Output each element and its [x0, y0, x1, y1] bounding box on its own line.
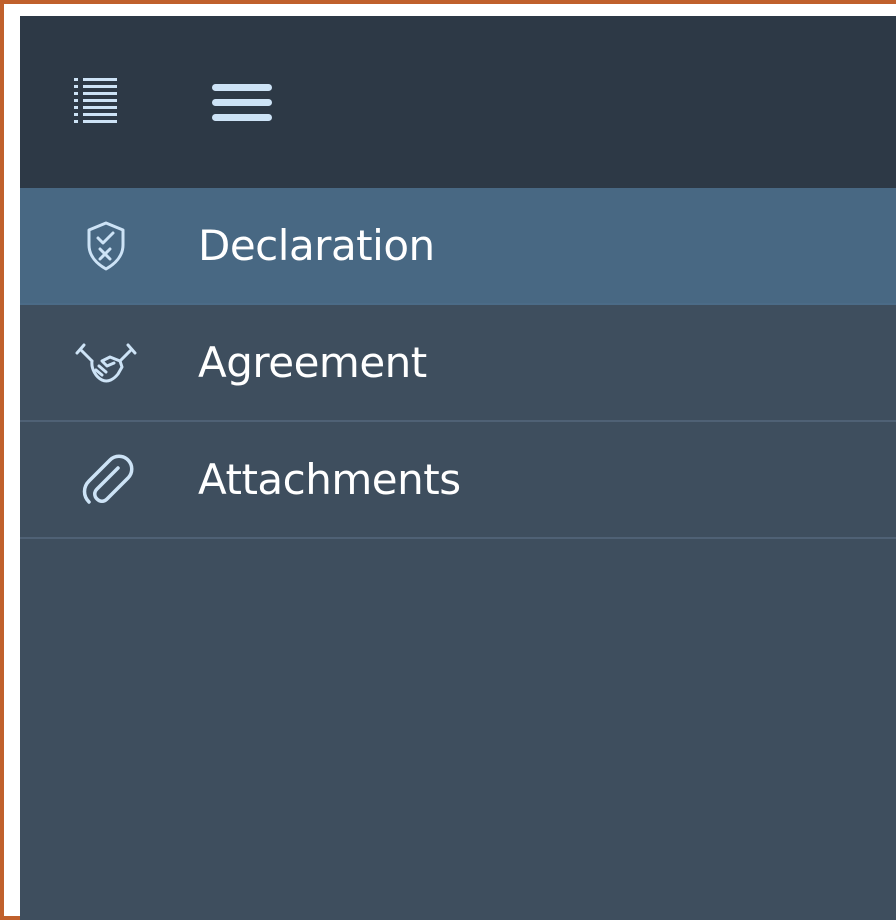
- nav-label-agreement: Agreement: [198, 337, 427, 387]
- paperclip-icon: [74, 448, 138, 512]
- nav-item-declaration[interactable]: Declaration: [20, 188, 896, 305]
- list-view-button[interactable]: [66, 72, 126, 132]
- menu-button[interactable]: [206, 72, 278, 132]
- side-navigation: Declaration Agreement Attachments: [20, 16, 896, 920]
- hamburger-menu-icon: [212, 84, 272, 121]
- nav-list: Declaration Agreement Attachments: [20, 188, 896, 539]
- nav-item-attachments[interactable]: Attachments: [20, 422, 896, 539]
- list-icon: [74, 78, 117, 123]
- handshake-icon: [74, 331, 138, 395]
- nav-label-attachments: Attachments: [198, 454, 461, 504]
- navigation-header: [20, 16, 896, 188]
- nav-item-agreement[interactable]: Agreement: [20, 305, 896, 422]
- nav-label-declaration: Declaration: [198, 220, 435, 270]
- shield-check-icon: [74, 214, 138, 278]
- window-frame: Declaration Agreement Attachments: [0, 0, 896, 920]
